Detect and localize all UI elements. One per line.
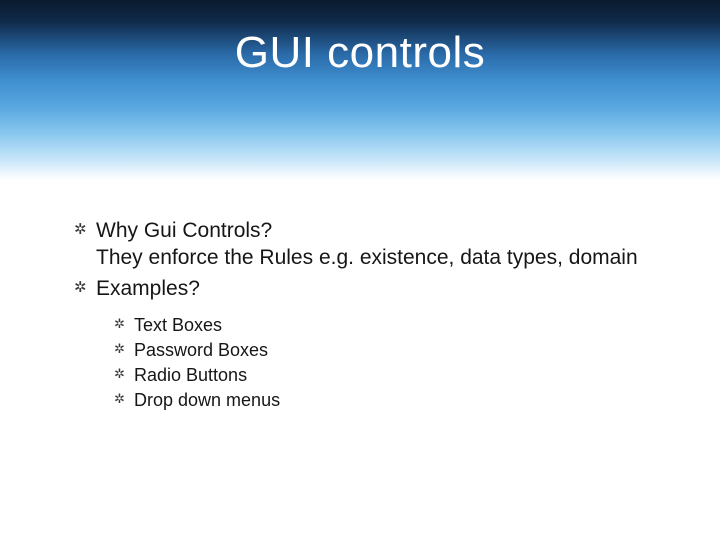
list-item-text: Why Gui Controls?They enforce the Rules … xyxy=(96,219,638,269)
list-item-text: Radio Buttons xyxy=(134,365,247,385)
list-item: Text Boxes xyxy=(114,313,670,338)
list-item-text: Password Boxes xyxy=(134,340,268,360)
slide-title: GUI controls xyxy=(235,28,486,180)
list-item-text: Drop down menus xyxy=(134,390,280,410)
list-item: Why Gui Controls?They enforce the Rules … xyxy=(74,218,670,272)
header-band: GUI controls xyxy=(0,0,720,180)
slide: GUI controls Why Gui Controls?They enfor… xyxy=(0,0,720,540)
list-item: Drop down menus xyxy=(114,388,670,413)
bullet-list-level1: Why Gui Controls?They enforce the Rules … xyxy=(74,218,670,413)
slide-content: Why Gui Controls?They enforce the Rules … xyxy=(74,218,670,417)
list-item-text: Text Boxes xyxy=(134,315,222,335)
list-item: Password Boxes xyxy=(114,338,670,363)
bullet-list-level2: Text Boxes Password Boxes Radio Buttons … xyxy=(114,313,670,414)
list-item-text: Examples? xyxy=(96,277,200,300)
list-item: Examples? Text Boxes Password Boxes Radi… xyxy=(74,276,670,414)
list-item: Radio Buttons xyxy=(114,363,670,388)
